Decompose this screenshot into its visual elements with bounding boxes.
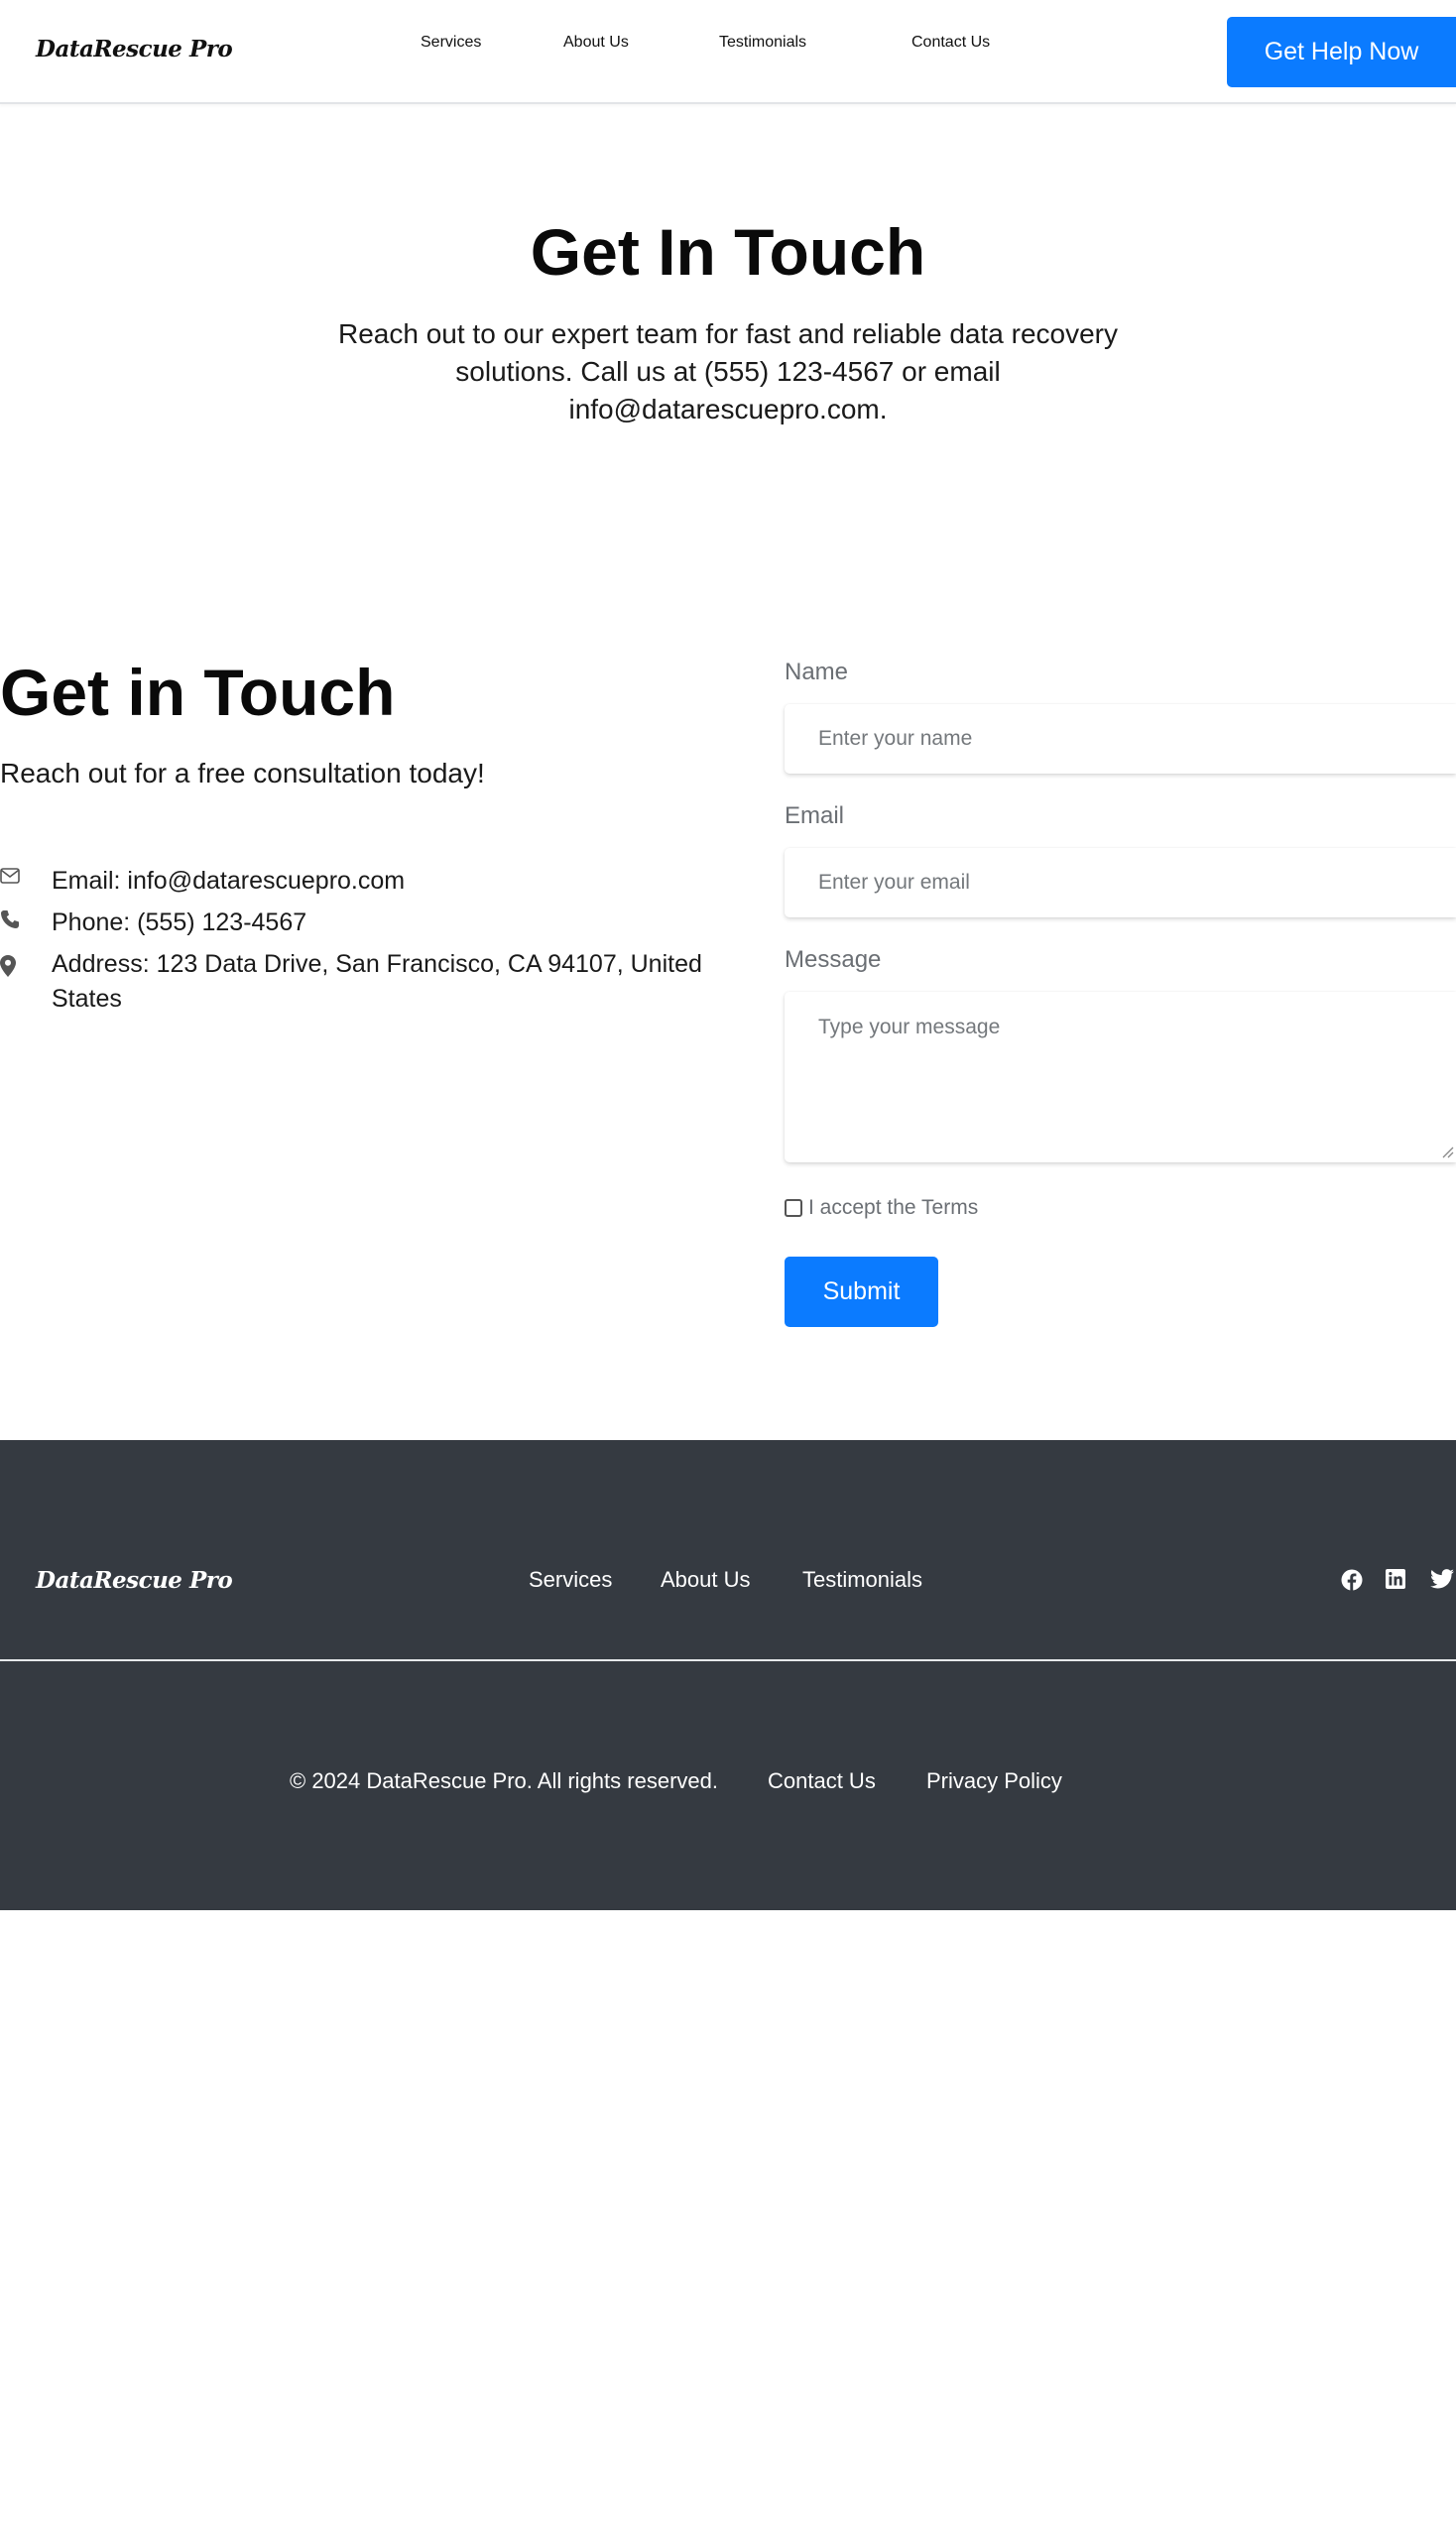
copyright-text: © 2024 DataRescue Pro. All rights reserv… [290, 1768, 718, 1793]
map-pin-icon [0, 947, 52, 982]
facebook-icon[interactable] [1341, 1569, 1386, 1596]
twitter-icon[interactable] [1430, 1569, 1456, 1596]
contact-phone: Phone: (555) 123-4567 [52, 908, 307, 936]
envelope-icon [0, 864, 52, 889]
footer-link-about-us[interactable]: About Us [661, 1567, 751, 1593]
footer-link-privacy-policy[interactable]: Privacy Policy [926, 1768, 1062, 1794]
linkedin-icon[interactable] [1386, 1569, 1430, 1596]
social-links [1341, 1569, 1456, 1596]
email-label: Email [785, 802, 845, 829]
nav-link-about-us[interactable]: About Us [563, 34, 629, 52]
hero-title: Get In Touch [530, 215, 926, 289]
contact-subtitle: Reach out for a free consultation today! [0, 758, 485, 788]
footer-logo[interactable]: DataRescue Pro [36, 1567, 233, 1594]
resize-handle-icon[interactable] [1440, 1145, 1454, 1158]
contact-address-row: Address: 123 Data Drive, San Francisco, … [0, 947, 726, 1017]
nav-link-label[interactable]: Testimonials [719, 34, 806, 52]
nav-link-services[interactable]: Services [421, 34, 481, 52]
message-textarea[interactable] [785, 992, 1456, 1162]
contact-email: Email: info@datarescuepro.com [52, 867, 406, 895]
hero-description: Reach out to our expert team for fast an… [338, 318, 1118, 424]
contact-title: Get in Touch [0, 656, 396, 729]
nav-link-testimonials[interactable]: Testimonials [719, 34, 806, 52]
message-label: Message [785, 946, 882, 973]
site-header: DataRescue Pro Services About Us Testimo… [0, 0, 1456, 104]
terms-row: I accept the Terms [785, 1196, 978, 1220]
nav-link-label[interactable]: Services [421, 34, 481, 52]
site-footer: DataRescue Pro Services About Us Testimo… [0, 1440, 1456, 1910]
footer-link-testimonials[interactable]: Testimonials [802, 1567, 922, 1593]
contact-phone-row: Phone: (555) 123-4567 [0, 906, 726, 940]
contact-address: Address: 123 Data Drive, San Francisco, … [52, 950, 702, 1013]
email-input[interactable] [785, 848, 1456, 917]
name-input[interactable] [785, 704, 1456, 774]
terms-checkbox[interactable] [785, 1199, 802, 1217]
logo[interactable]: DataRescue Pro [36, 36, 233, 62]
submit-button[interactable]: Submit [785, 1257, 938, 1327]
footer-link-services[interactable]: Services [529, 1567, 612, 1593]
nav-link-label[interactable]: Contact Us [911, 34, 990, 52]
phone-icon [0, 906, 52, 934]
footer-link-contact-us[interactable]: Contact Us [768, 1768, 876, 1794]
terms-label[interactable]: I accept the Terms [808, 1196, 978, 1220]
footer-divider [0, 1659, 1456, 1661]
nav-link-label[interactable]: About Us [563, 34, 629, 52]
name-label: Name [785, 659, 849, 685]
contact-email-row: Email: info@datarescuepro.com [0, 864, 726, 899]
get-help-now-button[interactable]: Get Help Now [1227, 17, 1456, 87]
nav-link-contact-us[interactable]: Contact Us [911, 34, 990, 52]
